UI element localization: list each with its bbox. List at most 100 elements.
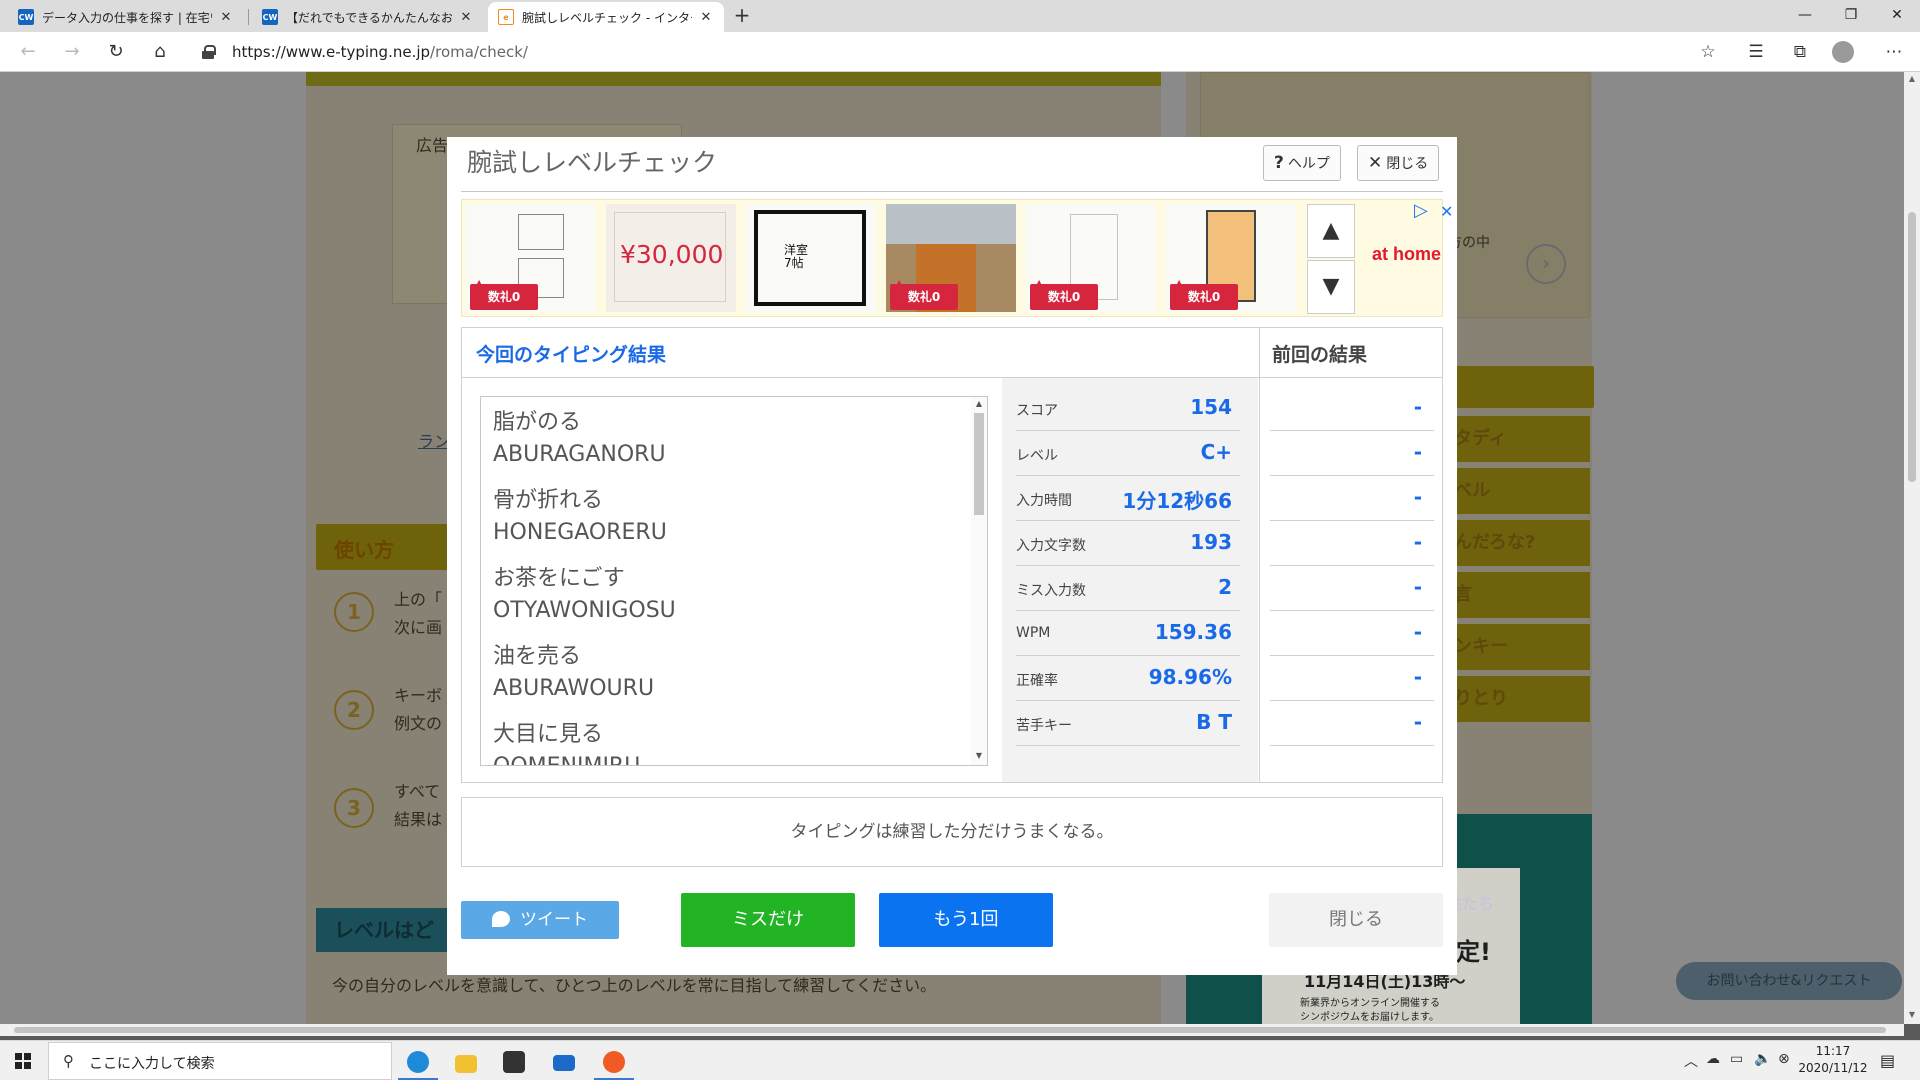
stat-value: 98.96%	[1148, 665, 1232, 689]
help-button[interactable]: ? ヘルプ	[1263, 145, 1341, 181]
previous-stat-row: -	[1270, 431, 1434, 476]
tweet-button[interactable]: ツイート	[461, 901, 619, 939]
browser-tab-1[interactable]: CW データ入力の仕事を探す | 在宅ワーク ✕	[8, 2, 244, 32]
browser-tab-2[interactable]: CW 【だれでもできるかんたんなお仕事！】 ✕	[252, 2, 484, 32]
close-button[interactable]: 閉じる	[1269, 893, 1443, 947]
floorplan-image	[518, 214, 564, 250]
words-scrollbar[interactable]: ▲ ▼	[971, 397, 987, 765]
word-romaji: HONEGAORERU	[493, 520, 667, 545]
ad-property-4[interactable]: 数礼0	[886, 204, 1016, 312]
word-japanese: 骨が折れる	[493, 488, 604, 513]
show-hidden-icons-icon[interactable]: ︿	[1684, 1051, 1698, 1071]
previous-weak-keys: -	[1413, 710, 1422, 734]
scroll-up-arrow-icon[interactable]: ▲	[971, 399, 987, 408]
edge-taskbar-icon[interactable]	[394, 1045, 442, 1080]
ad-property-5[interactable]: 数礼0	[1026, 204, 1156, 312]
step-3-text-2: 結果は	[394, 810, 443, 829]
typed-words-list[interactable]: 脂がのる ABURAGANORU 骨が折れる HONEGAORERU お茶をにご…	[480, 396, 988, 766]
tab-close-icon[interactable]: ✕	[458, 10, 474, 25]
ad-property-6[interactable]: 数礼0	[1166, 204, 1296, 312]
ad-property-3[interactable]: 洋室 7帖	[746, 204, 876, 312]
lock-icon	[202, 45, 216, 59]
ad-property-1[interactable]: 数礼0	[466, 204, 596, 312]
ad-scroll-down-icon[interactable]: ▼	[1307, 260, 1355, 314]
app-taskbar-icon[interactable]	[590, 1045, 638, 1080]
miss-only-button[interactable]: ミスだけ	[681, 893, 855, 947]
tab-title: 【だれでもできるかんたんなお仕事！】	[286, 10, 452, 25]
scrollbar-thumb[interactable]	[974, 413, 984, 515]
notification-icon[interactable]: ▤	[1880, 1051, 1895, 1070]
ad-scroll-up-icon[interactable]: ▲	[1307, 204, 1355, 258]
previous-chars: -	[1413, 530, 1422, 554]
more-menu-icon[interactable]: ⋯	[1878, 38, 1910, 66]
tab-close-icon[interactable]: ✕	[698, 10, 714, 25]
browser-tab-bar: CW データ入力の仕事を探す | 在宅ワーク ✕ CW 【だれでもできるかんたん…	[0, 0, 1920, 32]
tab-title: 腕試しレベルチェック - インターネットで	[522, 10, 692, 25]
stat-row-score: スコア 154	[1016, 386, 1240, 431]
floorplan-room-label: 洋室 7帖	[784, 243, 809, 270]
ad-close-icon[interactable]: ✕	[1440, 202, 1453, 221]
ad-badge: 数礼0	[470, 270, 538, 310]
collections-icon[interactable]: ⧉	[1784, 38, 1816, 66]
ad-property-2[interactable]: ¥30,000	[606, 204, 736, 312]
page-vertical-scrollbar[interactable]: ▲ ▼	[1904, 72, 1920, 1024]
page-horizontal-scrollbar[interactable]	[0, 1024, 1904, 1036]
stat-row-wpm: WPM 159.36	[1016, 611, 1240, 656]
file-explorer-taskbar-icon[interactable]	[442, 1045, 490, 1080]
ad-choices-icon[interactable]: ▷	[1414, 200, 1442, 221]
level-check-modal: 腕試しレベルチェック ?ヘルプ ✕閉じる 数礼0 ¥30,000 洋室 7帖 数…	[447, 137, 1457, 975]
close-icon: ✕	[1368, 153, 1383, 173]
network-icon[interactable]: ▭	[1730, 1051, 1743, 1067]
profile-avatar-icon[interactable]	[1832, 41, 1854, 63]
onedrive-icon[interactable]: ☁	[1706, 1051, 1720, 1067]
scroll-down-arrow-icon[interactable]: ▼	[971, 751, 987, 760]
taskbar-clock[interactable]: 11:17 2020/11/12	[1788, 1043, 1878, 1077]
store-taskbar-icon[interactable]	[490, 1045, 538, 1080]
forward-arrow-icon[interactable]: →	[56, 38, 88, 66]
window-close-icon[interactable]: ✕	[1874, 0, 1920, 32]
search-icon: ⚲	[63, 1052, 74, 1070]
previous-accuracy: -	[1413, 665, 1422, 689]
browser-tab-3-active[interactable]: e 腕試しレベルチェック - インターネットで ✕	[488, 2, 724, 32]
volume-icon[interactable]: 🔈	[1754, 1051, 1771, 1067]
url-field[interactable]: https://www.e-typing.ne.jp/roma/check/	[188, 38, 1708, 66]
property-ad-strip[interactable]: 数礼0 ¥30,000 洋室 7帖 数礼0 数礼0 数礼0 ▲ ▼ ▷ ✕ at…	[461, 199, 1453, 317]
new-tab-plus-icon[interactable]: +	[730, 4, 754, 28]
step-1-text-2: 次に画	[394, 618, 443, 637]
back-arrow-icon[interactable]: ←	[12, 38, 44, 66]
scroll-down-arrow-icon[interactable]: ▼	[1904, 1010, 1920, 1019]
modal-close-button[interactable]: ✕ 閉じる	[1357, 145, 1440, 181]
tab-close-icon[interactable]: ✕	[218, 10, 234, 25]
modal-title: 腕試しレベルチェック	[467, 148, 718, 177]
previous-stat-row: -	[1270, 521, 1434, 566]
favorites-list-icon[interactable]: ☰	[1740, 38, 1772, 66]
start-button[interactable]	[0, 1041, 48, 1080]
stat-label: WPM	[1016, 625, 1051, 641]
taskbar-search-box[interactable]: ⚲ ここに入力して検索	[48, 1042, 392, 1080]
minimize-icon[interactable]: —	[1782, 0, 1828, 32]
home-icon[interactable]: ⌂	[144, 38, 176, 66]
scroll-up-arrow-icon[interactable]: ▲	[1904, 74, 1920, 83]
results-panel: 今回のタイピング結果 前回の結果 - - - - - - - - 脂がのる AB…	[461, 327, 1443, 783]
restore-icon[interactable]: ❐	[1828, 0, 1874, 32]
word-japanese: 脂がのる	[493, 410, 582, 435]
scrollbar-thumb[interactable]	[14, 1027, 1886, 1033]
mail-taskbar-icon[interactable]	[540, 1045, 588, 1080]
level-text: 今の自分のレベルを意識して、ひとつ上のレベルを常に目指して練習してください。	[332, 976, 937, 995]
word-japanese: 大目に見る	[493, 722, 604, 747]
crowdworks-favicon-icon: CW	[18, 9, 34, 25]
address-bar: ← → ↻ ⌂ https://www.e-typing.ne.jp/roma/…	[0, 32, 1920, 72]
event-sub-2: シンポジウムをお届けします。	[1300, 1012, 1439, 1023]
stat-label: 入力時間	[1016, 493, 1072, 509]
scrollbar-thumb[interactable]	[1908, 212, 1916, 482]
stat-label: ミス入力数	[1016, 583, 1086, 599]
athome-logo: at home	[1372, 244, 1442, 264]
close-label: 閉じる	[1386, 156, 1429, 172]
favorite-star-icon[interactable]: ☆	[1692, 38, 1724, 66]
modal-header-divider	[461, 191, 1443, 192]
retry-button[interactable]: もう1回	[879, 893, 1053, 947]
word-romaji: OOMENIMIRU	[493, 751, 963, 765]
refresh-icon[interactable]: ↻	[100, 38, 132, 66]
url-path: /roma/check/	[430, 43, 528, 61]
stat-row-chars: 入力文字数 193	[1016, 521, 1240, 566]
